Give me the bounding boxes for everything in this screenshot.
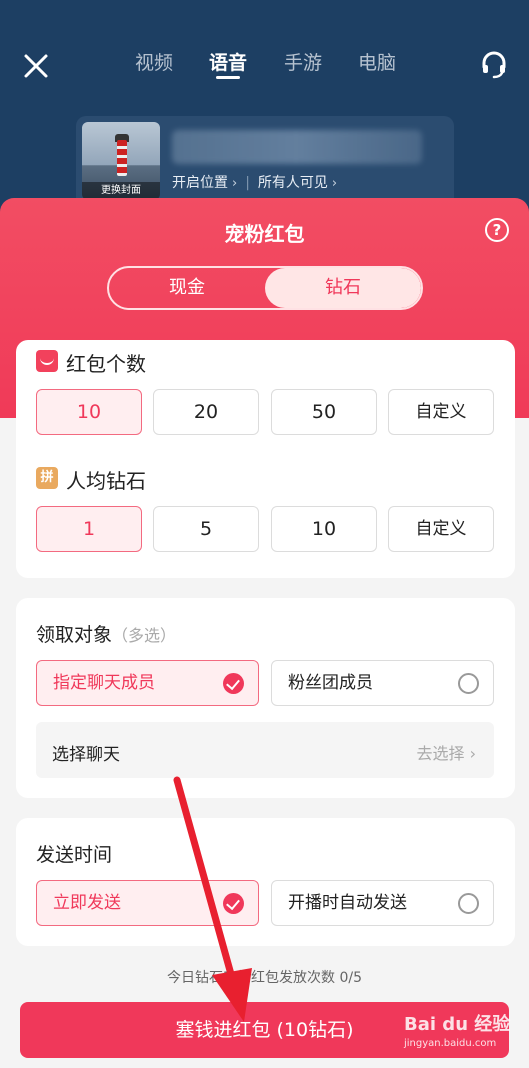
diamond-option-10[interactable]: 10 bbox=[271, 506, 377, 552]
pin-icon: 拼 bbox=[36, 467, 58, 489]
toggle-diamond[interactable]: 钻石 bbox=[265, 268, 421, 308]
unchecked-icon bbox=[458, 673, 479, 694]
target-chat-members[interactable]: 指定聊天成员 bbox=[36, 660, 259, 706]
cover-image[interactable]: 更换封面 bbox=[82, 122, 160, 200]
unchecked-icon bbox=[458, 893, 479, 914]
active-tab-indicator bbox=[216, 76, 240, 79]
sheet-title: 宠粉红包 bbox=[224, 222, 305, 246]
select-chat-label: 选择聊天 bbox=[52, 745, 120, 765]
baidu-watermark: Bai du 经验 jingyan.baidu.com bbox=[404, 1014, 511, 1049]
target-title: 领取对象（多选） bbox=[36, 624, 177, 646]
chevron-right-icon: › bbox=[331, 176, 338, 191]
send-time-title: 发送时间 bbox=[36, 844, 113, 866]
count-title: 红包个数 bbox=[66, 352, 146, 376]
diamond-option-5[interactable]: 5 bbox=[153, 506, 259, 552]
target-card: 领取对象（多选） 指定聊天成员 粉丝团成员 选择聊天 去选择 › bbox=[16, 598, 515, 798]
count-option-20[interactable]: 20 bbox=[153, 389, 259, 435]
chevron-right-icon: › bbox=[469, 744, 476, 763]
amount-card: 红包个数 10 20 50 自定义 拼 人均钻石 1 5 10 自定义 bbox=[16, 340, 515, 578]
toggle-cash[interactable]: 现金 bbox=[109, 268, 265, 308]
tab-voice[interactable]: 语音 bbox=[209, 48, 247, 75]
tab-pc[interactable]: 电脑 bbox=[358, 48, 396, 75]
target-subtitle: （多选） bbox=[112, 626, 177, 645]
chevron-right-icon: › bbox=[232, 176, 238, 191]
count-option-50[interactable]: 50 bbox=[271, 389, 377, 435]
target-fan-club[interactable]: 粉丝团成员 bbox=[271, 660, 494, 706]
count-option-10[interactable]: 10 bbox=[36, 389, 142, 435]
diamond-title: 人均钻石 bbox=[66, 469, 146, 493]
diamond-option-custom[interactable]: 自定义 bbox=[388, 506, 494, 552]
red-envelope-icon bbox=[36, 350, 58, 372]
daily-limit-note: 今日钻石宠粉红包发放次数 0/5 bbox=[167, 970, 362, 986]
room-meta: 开启位置 › | 所有人可见 › bbox=[172, 175, 338, 191]
currency-toggle: 现金 钻石 bbox=[107, 266, 423, 310]
diamond-option-1[interactable]: 1 bbox=[36, 506, 142, 552]
tab-mobile-game[interactable]: 手游 bbox=[284, 48, 322, 75]
visibility-setting[interactable]: 所有人可见 bbox=[258, 175, 328, 191]
mode-tabs: 视频 语音 手游 电脑 bbox=[0, 48, 529, 88]
tab-video[interactable]: 视频 bbox=[135, 48, 173, 75]
count-option-custom[interactable]: 自定义 bbox=[388, 389, 494, 435]
send-on-live-option[interactable]: 开播时自动发送 bbox=[271, 880, 494, 926]
headset-icon[interactable] bbox=[478, 48, 510, 80]
send-time-card: 发送时间 立即发送 开播时自动发送 bbox=[16, 818, 515, 946]
blurred-room-title bbox=[172, 130, 422, 164]
select-chat-row[interactable]: 选择聊天 去选择 › bbox=[36, 722, 494, 778]
checked-icon bbox=[223, 673, 244, 694]
checked-icon bbox=[223, 893, 244, 914]
send-now-option[interactable]: 立即发送 bbox=[36, 880, 259, 926]
help-icon[interactable]: ? bbox=[485, 218, 509, 242]
go-select-action[interactable]: 去选择 › bbox=[416, 740, 476, 764]
location-toggle[interactable]: 开启位置 bbox=[172, 175, 228, 191]
